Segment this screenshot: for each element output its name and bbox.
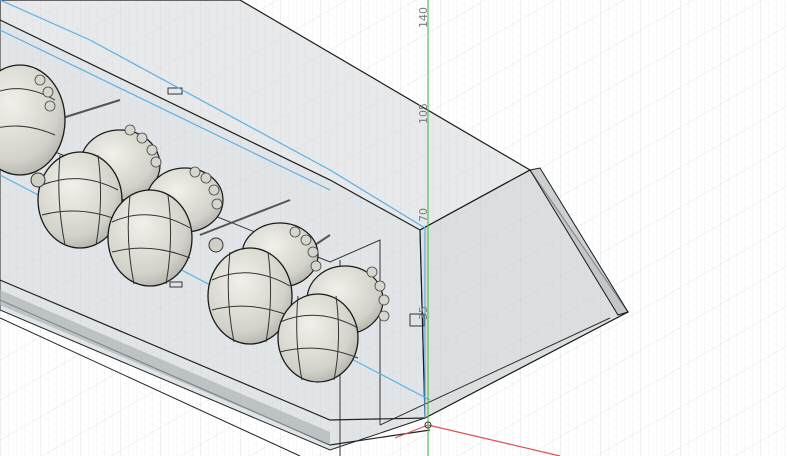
cad-viewport[interactable]: 140 105 70 35 <box>0 0 787 456</box>
tick-label-70: 70 <box>417 208 430 222</box>
tick-label-140: 140 <box>417 7 430 28</box>
tick-label-35: 35 <box>417 306 430 320</box>
tick-label-105: 105 <box>417 103 430 124</box>
